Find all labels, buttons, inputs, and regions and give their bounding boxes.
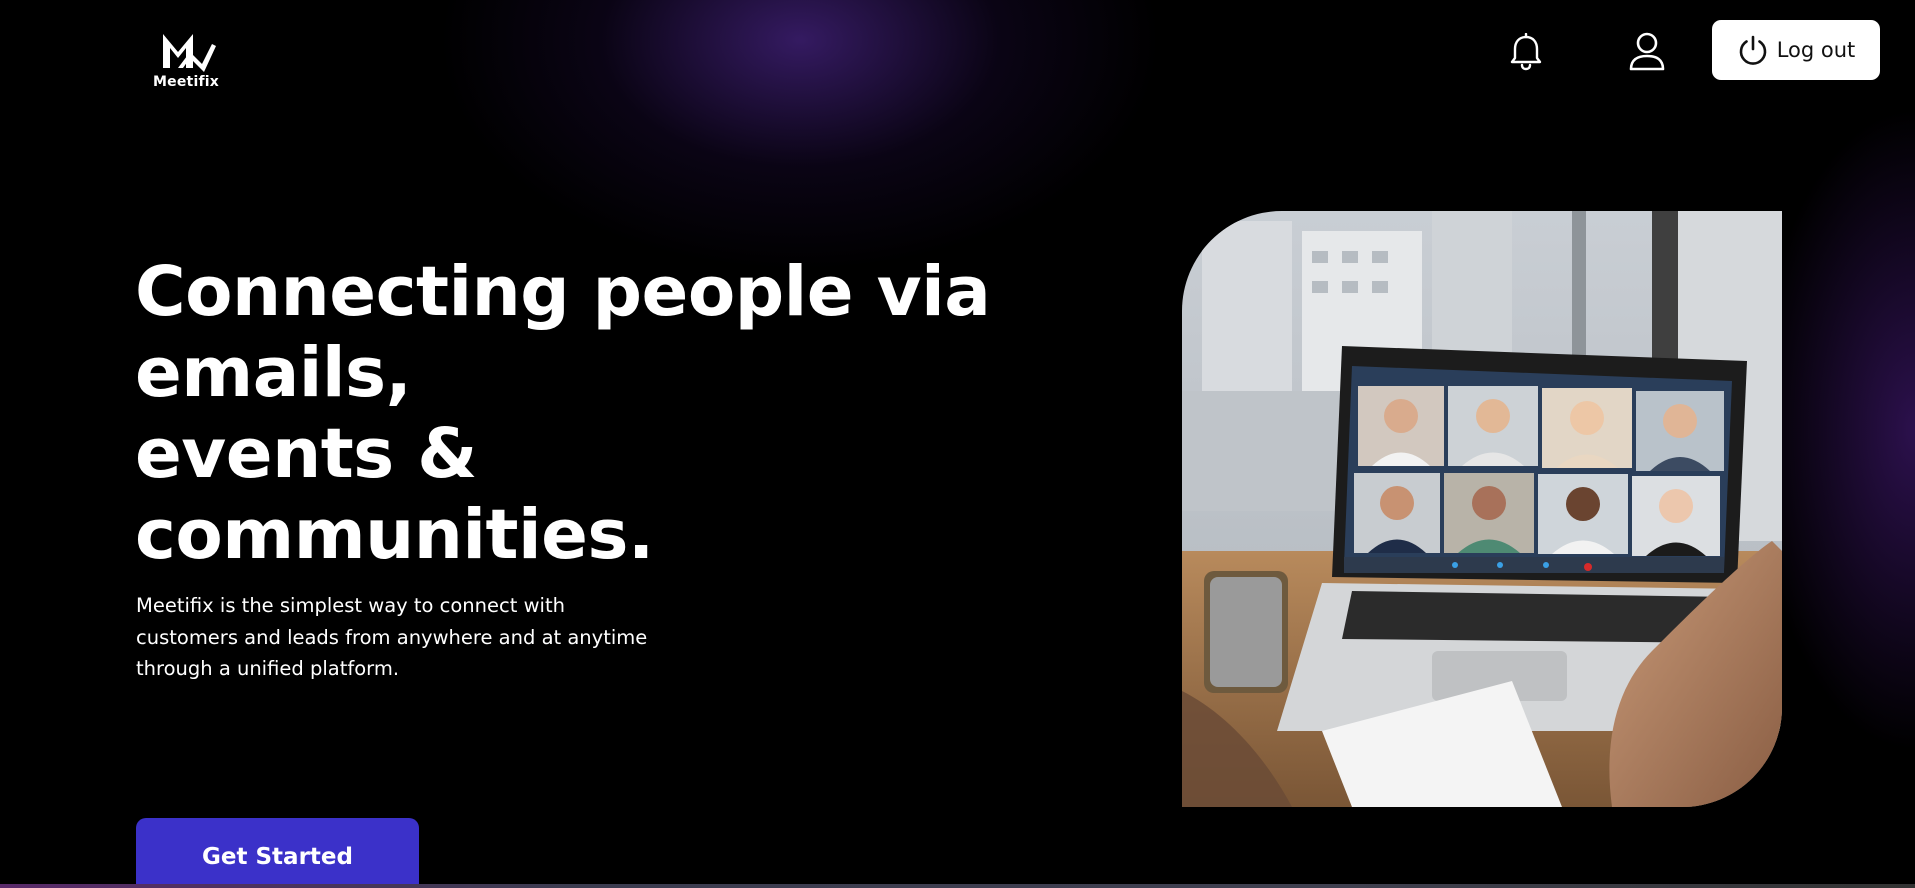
hero-description: Meetifix is the simplest way to connect … [136,590,716,685]
headline-line: emails, [135,333,412,413]
bottom-divider [0,884,1915,888]
description-line: through a unified platform. [136,657,400,680]
notifications-button[interactable] [1506,32,1546,72]
brand-logo[interactable]: Meetifix [150,28,222,94]
user-icon [1629,32,1665,71]
headline-line: Connecting people via [135,252,991,332]
get-started-label: Get Started [202,844,353,870]
logout-button[interactable]: Log out [1712,20,1880,80]
headline-line: events & communities. [135,414,654,575]
get-started-button[interactable]: Get Started [136,818,419,888]
landing-page: Meetifix Log out Connecting people via e… [0,0,1915,888]
bell-icon [1510,33,1542,71]
description-line: customers and leads from anywhere and at… [136,625,648,649]
logo-mark-icon [163,34,216,72]
video-conference-illustration [1182,211,1782,807]
description-line: Meetifix is the simplest way to connect … [136,594,565,617]
power-icon [1739,35,1766,65]
hero-headline: Connecting people via emails, events & c… [135,252,1015,576]
hero-image [1182,211,1782,807]
logo-wordmark: Meetifix [153,74,219,90]
profile-button[interactable] [1626,30,1668,72]
logout-label: Log out [1776,38,1856,62]
